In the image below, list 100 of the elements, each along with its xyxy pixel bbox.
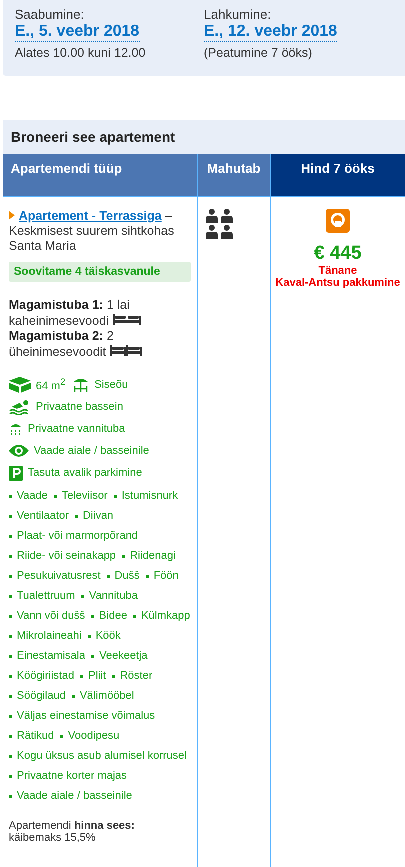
bedroom-description: Magamistuba 2: 2 üheinimesevoodit [9, 329, 191, 360]
feature-text: Siseõu [94, 379, 128, 391]
bullet-icon [9, 774, 12, 778]
amenity-text: Vaade [17, 490, 48, 502]
amenity-text: Mikrolaineahi [17, 630, 82, 642]
apartment-description: Apartement - Terrassiga – Keskmisest suurem sihtkohas Santa Maria [9, 209, 176, 254]
feature-text: Vaade aiale / basseinile [34, 445, 150, 457]
deal-text: Tänane [318, 265, 358, 277]
bullet-icon [74, 514, 78, 518]
bullet-icon [9, 734, 12, 738]
stay-label: Saabumine: [15, 7, 86, 22]
price-included-text: käibemaks 15,5% [9, 832, 97, 844]
amenity-text: Riidenagi [130, 550, 176, 562]
feature-text: Privaatne vannituba [28, 423, 126, 435]
stay-note: Alates 10.00 kuni 12.00 [15, 46, 147, 60]
amenity-text: Televiisor [62, 490, 108, 502]
bullet-icon [106, 574, 110, 578]
amenity-text: Riide- või seinakapp [17, 550, 116, 562]
bullet-icon [72, 694, 75, 698]
column-header: Hind 7 ööks [271, 154, 405, 196]
bullet-icon [81, 594, 84, 598]
bullet-icon [9, 694, 12, 698]
date-link[interactable]: E., 5. veebr 2018 [15, 23, 140, 42]
bullet-icon [122, 554, 126, 558]
double-bed-icon [112, 313, 141, 325]
feature-text: Tasuta avalik parkimine [28, 467, 142, 479]
bullet-icon [9, 614, 12, 618]
amenity-text: Föön [154, 570, 179, 582]
amenity-text: Voodipesu [68, 730, 120, 742]
bullet-icon [91, 614, 94, 618]
amenity-text: Einestamisala [17, 650, 86, 662]
bullet-icon [60, 734, 64, 738]
deal-text: Kaval-Antsu pakkumine [276, 277, 400, 289]
amenity-text: Vann või dušš [17, 610, 86, 622]
bullet-icon [9, 674, 12, 678]
bullet-icon [80, 674, 84, 678]
bullet-icon [91, 654, 94, 658]
single-bed-icon [126, 344, 142, 356]
eye-icon [9, 444, 29, 458]
guests-icon [206, 209, 234, 239]
amenity-text: Vannituba [89, 590, 138, 602]
amenity-text: Kogu üksus asub alumisel korrusel [17, 750, 187, 762]
amenity-text: Veekeetja [99, 650, 148, 662]
bullet-icon [114, 494, 117, 498]
amenity-text: Plaat- või marmorpõrand [17, 530, 138, 542]
bullet-icon [88, 634, 91, 638]
apartment-link[interactable]: Apartement - Terrassiga [19, 209, 162, 223]
feature-text: Privaatne bassein [36, 401, 124, 413]
bullet-icon [146, 574, 149, 578]
umbrella-icon [72, 377, 90, 393]
amenity-text: Väljas einestamise võimalus [17, 710, 156, 722]
date-link[interactable]: E., 12. veebr 2018 [204, 23, 338, 42]
amenity-text: Vaade aiale / basseinile [17, 790, 132, 802]
amenity-text: Tualettruum [17, 590, 76, 602]
bullet-icon [9, 574, 12, 578]
bullet-icon [9, 714, 12, 718]
amenity-text: Ventilaator [17, 510, 69, 522]
amenity-text: Rätikud [17, 730, 54, 742]
amenity-text: Pesukuivatusrest [17, 570, 101, 582]
amenity-text: Söögilaud [17, 690, 66, 702]
recommendation-badge: Soovitame 4 täiskasvanule [9, 262, 191, 282]
bullet-icon [133, 614, 136, 618]
price-included-text: Apartemendi hinna sees: [9, 820, 136, 832]
bullet-icon [54, 494, 57, 498]
column-header: Apartemendi tüüp [3, 154, 198, 196]
bullet-icon [9, 554, 12, 558]
column-header: Mahutab [198, 154, 271, 196]
amenity-text: Külmkapp [141, 610, 190, 622]
bedroom-description: Magamistuba 1: 1 lai kaheinimesevoodi [9, 298, 191, 329]
bullet-icon [9, 754, 12, 758]
bullet-icon [9, 594, 12, 598]
single-bed-icon [110, 344, 126, 356]
swimmer-icon [9, 400, 31, 414]
bullet-icon [9, 794, 12, 798]
amenity-text: Välimööbel [80, 690, 134, 702]
price: € 445 [314, 243, 362, 265]
bullet-icon [9, 654, 12, 658]
stay-note: (Peatumine 7 ööks) [204, 46, 314, 60]
amenity-text: Köök [96, 630, 121, 642]
dial-icon [326, 209, 350, 233]
cube-icon [9, 377, 31, 393]
bullet-icon [9, 634, 12, 638]
feature-text: 64 m$^{2}$ [36, 377, 66, 393]
amenity-text: Bidee [99, 610, 128, 622]
amenity-text: Röster [120, 670, 153, 682]
section-title: Broneeri see apartement [3, 120, 405, 154]
triangle-icon [9, 211, 15, 220]
bullet-icon [112, 674, 116, 678]
parking-icon [9, 466, 23, 480]
bullet-icon [9, 494, 12, 498]
amenity-text: Privaatne korter majas [17, 770, 128, 782]
amenity-text: Pliit [88, 670, 106, 682]
bullet-icon [9, 534, 12, 538]
bullet-icon [9, 514, 12, 518]
amenity-text: Köögiriistad [17, 670, 74, 682]
stay-label: Lahkumine: [204, 7, 272, 22]
amenity-text: Diivan [82, 510, 114, 522]
amenity-text: Istumisnurk [122, 490, 178, 502]
amenity-text: Dušš [114, 570, 140, 582]
shower-icon [9, 422, 23, 436]
